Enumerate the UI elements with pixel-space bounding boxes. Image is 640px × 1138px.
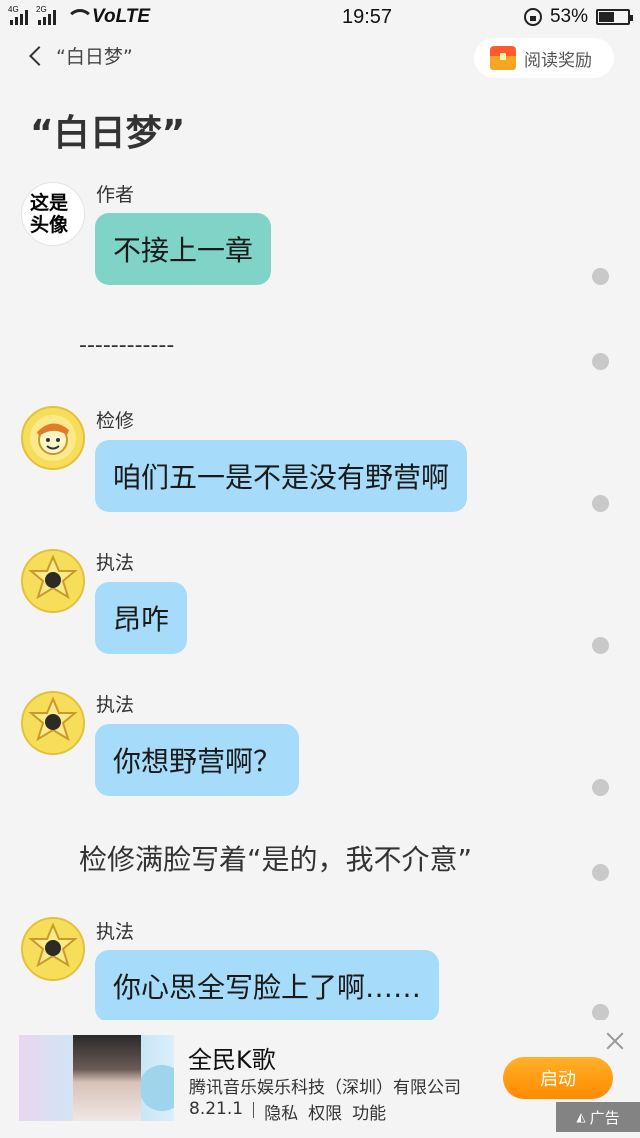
comment-dot[interactable]: [592, 353, 609, 370]
speaker-name: 执法: [96, 552, 135, 574]
signal-icon: 2G: [36, 5, 56, 25]
chat-bubble[interactable]: 你想野营啊？: [95, 724, 300, 796]
ad-version: 8.21.1: [189, 1099, 244, 1119]
comment-dot[interactable]: [592, 637, 609, 654]
star-badge-icon: [28, 922, 78, 968]
comment-dot[interactable]: [592, 495, 609, 512]
page-title: “白日梦”: [30, 113, 186, 154]
comment-dot[interactable]: [592, 864, 609, 881]
star-badge-icon: [28, 554, 78, 600]
narration-divider: ------------: [79, 333, 175, 358]
avatar[interactable]: [21, 549, 85, 613]
ad-logo-icon: ◭: [576, 1110, 586, 1124]
ad-features-link[interactable]: 功能: [352, 1099, 386, 1124]
wifi-icon: [66, 9, 94, 25]
close-icon[interactable]: [604, 1030, 626, 1052]
ad-image[interactable]: [19, 1035, 174, 1121]
ad-launch-button[interactable]: 启动: [503, 1057, 613, 1099]
ad-title[interactable]: 全民K歌: [188, 1040, 276, 1075]
ad-permissions-link[interactable]: 权限: [308, 1099, 342, 1124]
clock: 19:57: [341, 5, 393, 28]
avatar[interactable]: [21, 691, 85, 755]
reading-reward-button[interactable]: 阅读奖励: [474, 38, 614, 78]
reading-reward-label: 阅读奖励: [524, 50, 592, 71]
ad-privacy-link[interactable]: 隐私: [264, 1099, 298, 1124]
star-badge-icon: [28, 696, 78, 742]
narration-text: 检修满脸写着“是的，我不介意”: [79, 843, 473, 876]
speaker-name: 执法: [96, 694, 135, 716]
back-button[interactable]: “白日梦”: [29, 42, 133, 69]
chevron-left-icon: [29, 45, 49, 66]
ad-banner[interactable]: 全民K歌 腾讯音乐娱乐科技（深圳）有限公司 8.21.1 隐私 权限 功能 启动…: [0, 1020, 640, 1138]
speaker-name: 检修: [96, 410, 135, 432]
top-nav: “白日梦” 阅读奖励: [0, 38, 640, 80]
character-icon: [37, 423, 69, 455]
avatar[interactable]: [21, 917, 85, 981]
avatar[interactable]: [21, 406, 85, 470]
back-label: “白日梦”: [56, 46, 133, 68]
battery-percent: 53%: [549, 6, 588, 27]
signal-icon: 4G: [8, 5, 28, 25]
chat-bubble[interactable]: 你心思全写脸上了啊……: [95, 950, 440, 1022]
comment-dot[interactable]: [592, 1004, 609, 1021]
volte-indicator: VoLTE: [92, 6, 151, 27]
comment-dot[interactable]: [592, 779, 609, 796]
speaker-name: 作者: [96, 184, 135, 206]
ad-badge: ◭ 广告: [556, 1102, 640, 1132]
avatar-text: 这是头像: [30, 192, 69, 236]
status-bar: 4G 2G VoLTE 19:57 53%: [0, 0, 640, 34]
treasure-chest-icon: [490, 46, 516, 70]
chat-bubble[interactable]: 咱们五一是不是没有野营啊: [95, 440, 468, 512]
speaker-name: 执法: [96, 921, 135, 943]
ad-meta: 8.21.1 隐私 权限 功能: [189, 1099, 386, 1124]
battery-icon: [596, 9, 633, 25]
rotation-lock-icon: [523, 8, 542, 26]
avatar[interactable]: 这是头像: [21, 182, 85, 246]
comment-dot[interactable]: [592, 268, 609, 285]
chat-bubble[interactable]: 不接上一章: [95, 213, 272, 285]
chat-bubble[interactable]: 昂咋: [95, 582, 188, 654]
ad-company: 腾讯音乐娱乐科技（深圳）有限公司: [189, 1078, 461, 1098]
